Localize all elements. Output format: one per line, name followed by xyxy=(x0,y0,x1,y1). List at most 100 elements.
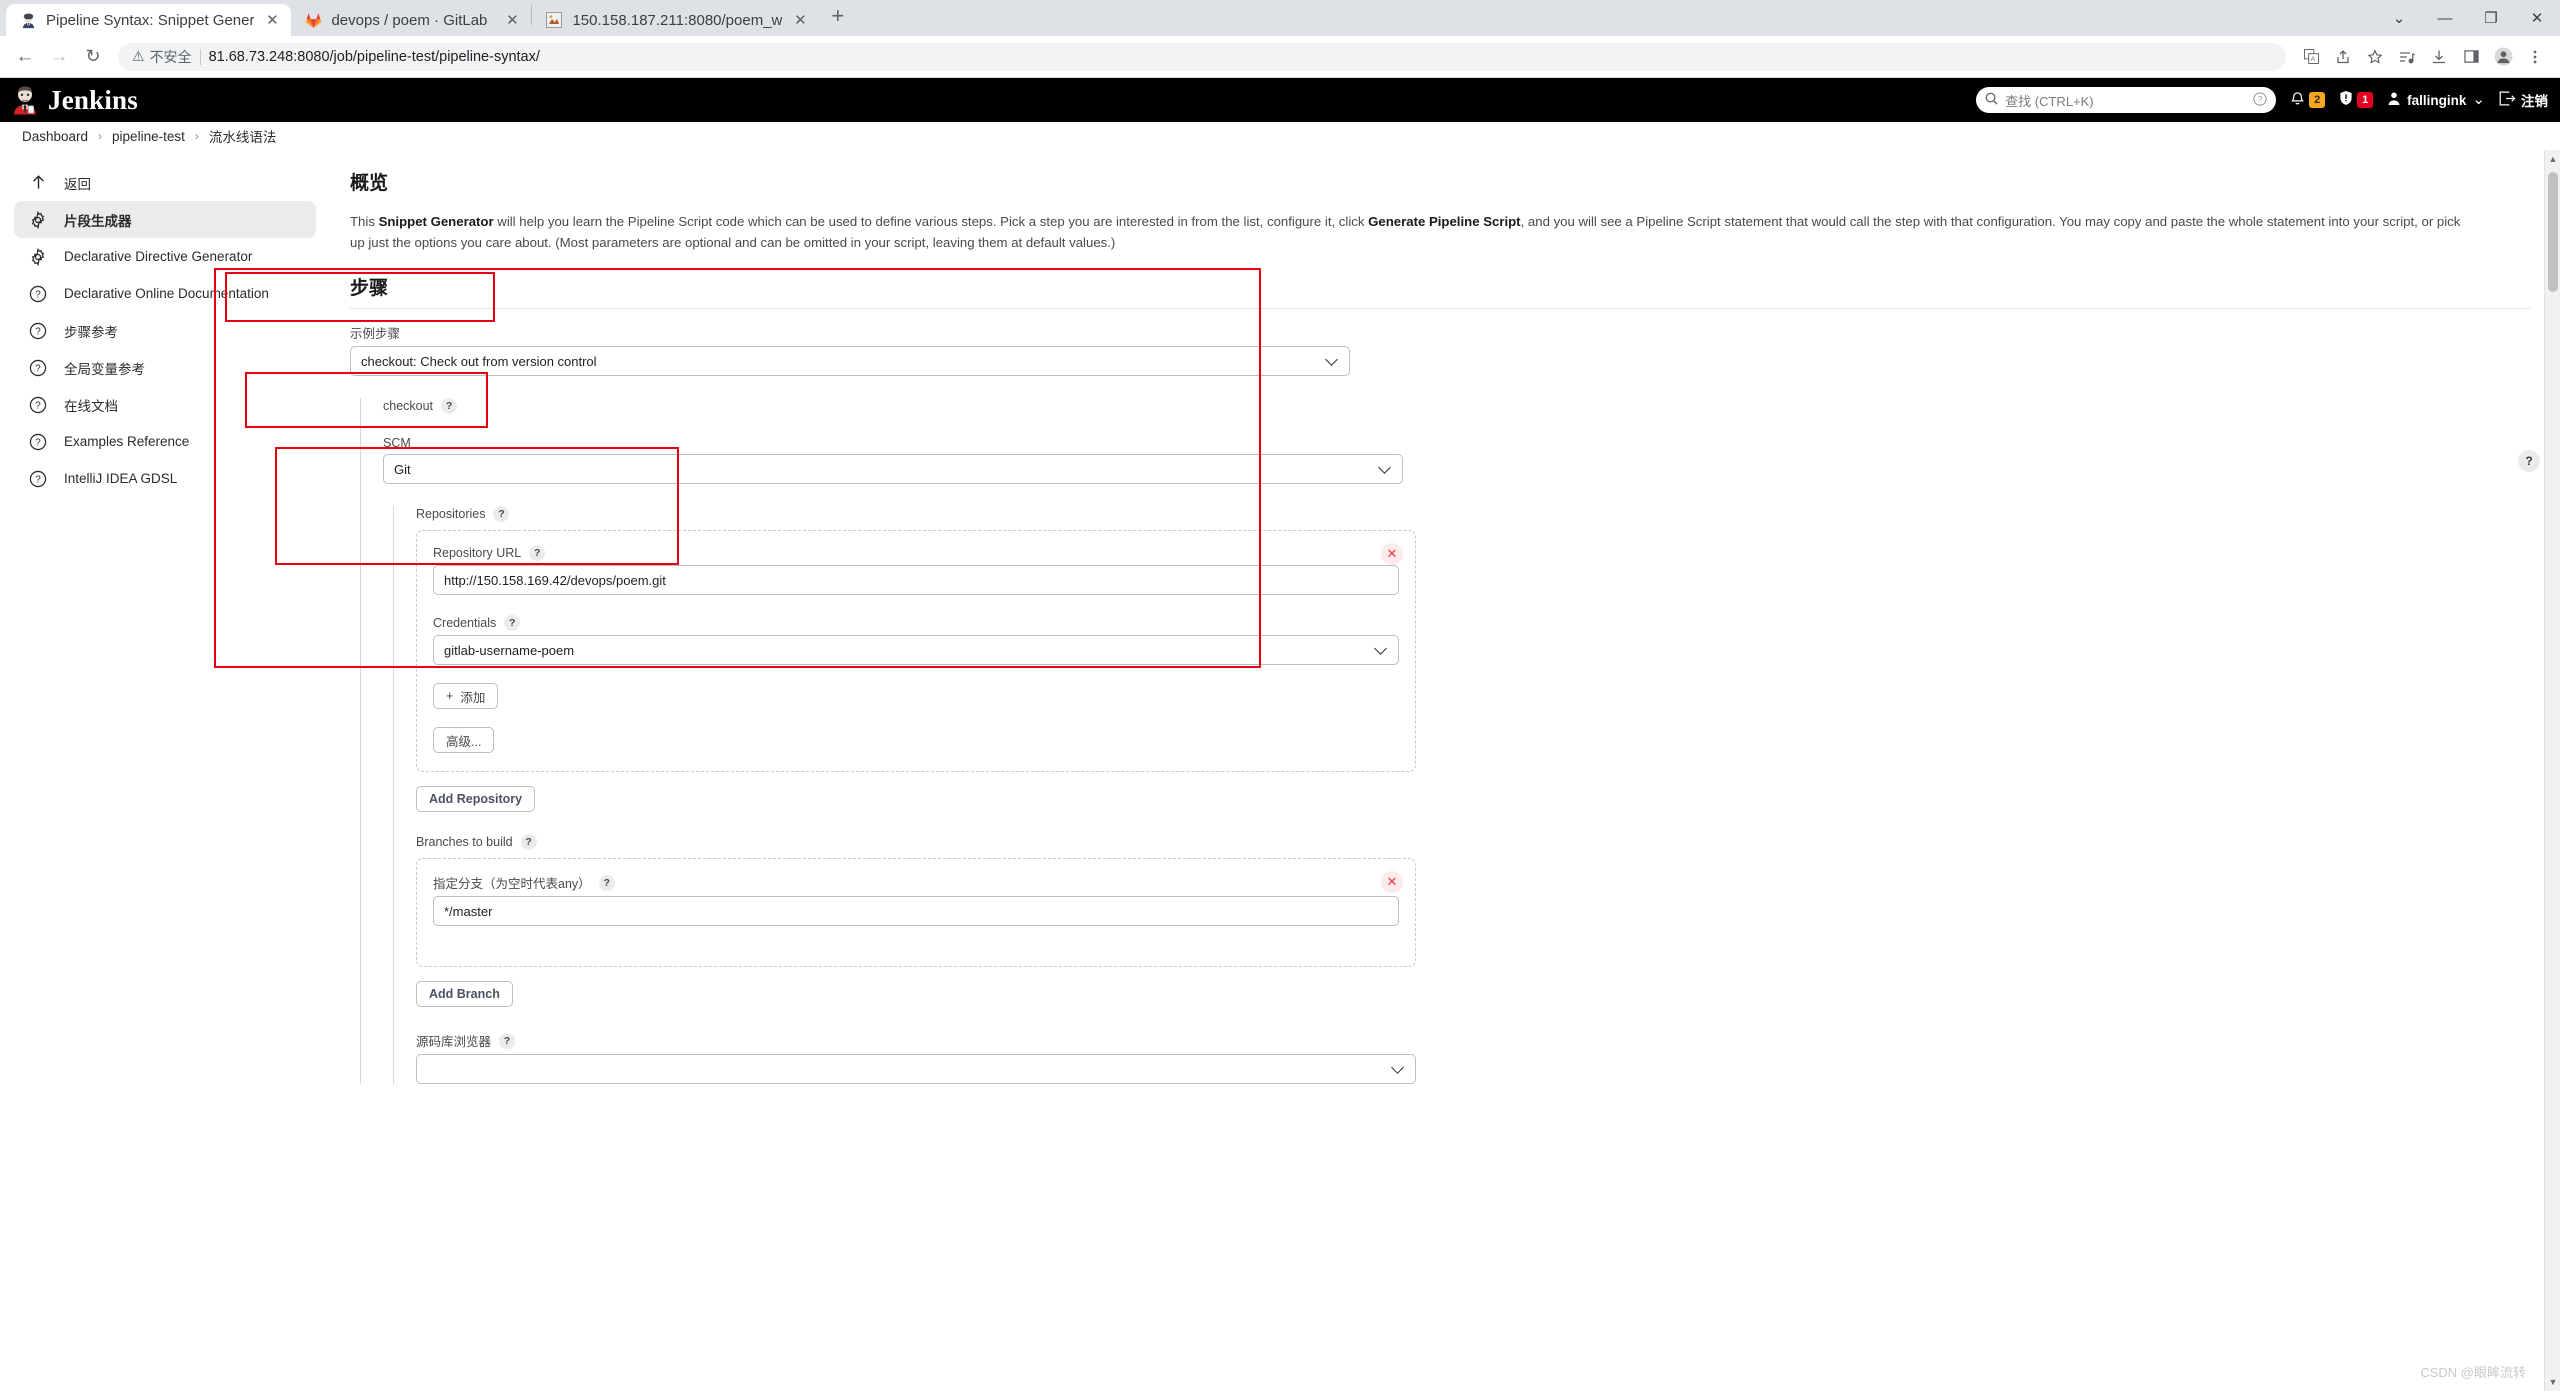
sidebar-item-declarative-directive-generator[interactable]: Declarative Directive Generator xyxy=(14,238,316,275)
add-repository-label: Add Repository xyxy=(429,792,523,807)
breadcrumb-item-pipeline-syntax[interactable]: 流水线语法 xyxy=(209,126,277,146)
add-credentials-button[interactable]: + 添加 xyxy=(433,683,499,710)
breadcrumb-item-dashboard[interactable]: Dashboard xyxy=(22,129,88,144)
sidebar-item-online-documentation[interactable]: ? 在线文档 xyxy=(14,386,316,423)
profile-avatar-icon[interactable] xyxy=(2488,42,2518,72)
help-icon[interactable]: ? xyxy=(529,545,546,562)
logout-label: 注销 xyxy=(2521,94,2548,109)
sidebar-item-back[interactable]: 返回 xyxy=(14,164,316,201)
checkout-label: checkout xyxy=(383,399,434,414)
sidebar-item-examples-reference[interactable]: ? Examples Reference xyxy=(14,423,316,460)
branch-entry: ✕ 指定分支（为空时代表any） ? */master xyxy=(416,858,1416,968)
help-icon[interactable]: ? xyxy=(598,874,615,891)
repository-url-label-row: Repository URL ? xyxy=(433,545,1399,562)
overview-description: This Snippet Generator will help you lea… xyxy=(350,211,2470,253)
delete-repository-button[interactable]: ✕ xyxy=(1381,543,1403,566)
search-input[interactable]: 查找 (CTRL+K) ? xyxy=(1976,87,2277,113)
tab-close-icon[interactable]: ✕ xyxy=(263,11,281,29)
source-browser-select[interactable] xyxy=(416,1054,1416,1085)
jenkins-wordmark: Jenkins xyxy=(48,84,138,115)
minimize-icon[interactable]: — xyxy=(2422,0,2468,36)
page-scrollbar[interactable]: ▲ ▼ xyxy=(2544,150,2560,1391)
browser-tab-1[interactable]: devops / poem · GitLab ✕ xyxy=(291,4,531,36)
add-repository-button[interactable]: Add Repository xyxy=(416,786,536,813)
logout-icon xyxy=(2499,91,2516,109)
security-alerts-button[interactable]: 1 xyxy=(2339,90,2374,111)
share-icon[interactable] xyxy=(2328,42,2358,72)
sidebar-item-label: IntelliJ IDEA GDSL xyxy=(64,471,178,486)
sidebar-item-label: 步骤参考 xyxy=(64,324,118,340)
notifications-button[interactable]: 2 xyxy=(2290,90,2326,111)
translate-icon[interactable]: A xyxy=(2296,42,2326,72)
sidebar-item-label: Declarative Online Documentation xyxy=(64,286,269,301)
delete-branch-button[interactable]: ✕ xyxy=(1381,871,1403,894)
bell-icon xyxy=(2290,90,2305,111)
browser-tab-title: Pipeline Syntax: Snippet Gener xyxy=(46,11,255,29)
not-secure-indicator[interactable]: ⚠ 不安全 xyxy=(132,47,192,67)
back-icon[interactable]: ← xyxy=(10,42,40,72)
notification-count-badge: 2 xyxy=(2309,92,2326,108)
sidebar: 返回 片段生成器 Declarative Directive Generator xyxy=(0,150,330,1391)
user-menu-button[interactable]: fallingink ⌄ xyxy=(2387,91,2485,109)
scroll-down-arrow[interactable]: ▼ xyxy=(2545,1373,2560,1391)
scrollbar-thumb[interactable] xyxy=(2548,172,2558,292)
source-browser-label-row: 源码库浏览器 ? xyxy=(416,1031,2530,1050)
sidebar-item-declarative-online-documentation[interactable]: ? Declarative Online Documentation xyxy=(14,275,316,312)
page-title: 概览 xyxy=(350,173,389,194)
scm-select[interactable]: Git xyxy=(383,454,1403,485)
jenkins-logo[interactable]: Jenkins xyxy=(12,85,138,116)
question-icon: ? xyxy=(28,395,48,415)
page-body: 返回 片段生成器 Declarative Directive Generator xyxy=(0,150,2560,1391)
add-branch-button[interactable]: Add Branch xyxy=(416,981,513,1008)
breadcrumb-item-pipeline-test[interactable]: pipeline-test xyxy=(112,129,185,144)
question-icon: ? xyxy=(28,284,48,304)
bookmark-star-icon[interactable] xyxy=(2360,42,2390,72)
close-icon[interactable]: ✕ xyxy=(2514,0,2560,36)
repository-url-value: http://150.158.169.42/devops/poem.git xyxy=(444,572,666,588)
question-circle-icon[interactable]: ? xyxy=(2253,91,2267,109)
sidebar-item-step-reference[interactable]: ? 步骤参考 xyxy=(14,312,316,349)
sidebar-item-intellij-idea-gdsl[interactable]: ? IntelliJ IDEA GDSL xyxy=(14,460,316,497)
sidebar-item-snippet-generator[interactable]: 片段生成器 xyxy=(14,201,316,238)
new-tab-button[interactable]: + xyxy=(819,3,856,33)
collapse-icon[interactable]: ⌄ xyxy=(2376,0,2422,36)
media-list-icon[interactable] xyxy=(2392,42,2422,72)
page-help-button[interactable]: ? xyxy=(2518,450,2540,472)
sample-step-select[interactable]: checkout: Check out from version control xyxy=(350,346,1350,377)
help-icon[interactable]: ? xyxy=(441,398,458,415)
scm-label: SCM xyxy=(383,436,411,451)
browser-tab-2[interactable]: 150.158.187.211:8080/poem_w ✕ xyxy=(532,4,819,36)
sidebar-panel-icon[interactable] xyxy=(2456,42,2486,72)
steps-title: 步骤 xyxy=(350,278,389,300)
forward-icon[interactable]: → xyxy=(44,42,74,72)
branch-specifier-input[interactable]: */master xyxy=(433,896,1399,927)
repository-url-input[interactable]: http://150.158.169.42/devops/poem.git xyxy=(433,565,1399,596)
tab-close-icon[interactable]: ✕ xyxy=(791,11,809,29)
credentials-select[interactable]: gitlab-username-poem xyxy=(433,635,1399,666)
address-bar[interactable]: ⚠ 不安全 81.68.73.248:8080/job/pipeline-tes… xyxy=(118,42,2286,71)
help-icon[interactable]: ? xyxy=(499,1032,516,1049)
browser-tab-title: 150.158.187.211:8080/poem_w xyxy=(572,11,783,29)
steps-divider xyxy=(350,308,2530,310)
branch-specifier-label-row: 指定分支（为空时代表any） ? xyxy=(433,873,1399,892)
maximize-icon[interactable]: ❐ xyxy=(2468,0,2514,36)
browser-tab-0[interactable]: Pipeline Syntax: Snippet Gener ✕ xyxy=(6,4,292,36)
help-icon[interactable]: ? xyxy=(504,615,521,632)
advanced-button-label: 高级... xyxy=(446,734,482,749)
logout-button[interactable]: 注销 xyxy=(2499,90,2548,110)
browser-titlebar: Pipeline Syntax: Snippet Gener ✕ devops … xyxy=(0,0,2560,36)
tab-close-icon[interactable]: ✕ xyxy=(503,11,521,29)
svg-text:?: ? xyxy=(35,474,41,485)
reload-icon[interactable]: ↻ xyxy=(78,42,108,72)
kebab-menu-icon[interactable] xyxy=(2520,42,2550,72)
advanced-button[interactable]: 高级... xyxy=(433,727,495,754)
sidebar-item-global-variable-reference[interactable]: ? 全局变量参考 xyxy=(14,349,316,386)
sidebar-item-label: Declarative Directive Generator xyxy=(64,249,253,264)
download-icon[interactable] xyxy=(2424,42,2454,72)
breadcrumb: Dashboard › pipeline-test › 流水线语法 xyxy=(0,122,2560,150)
credentials-label-row: Credentials ? xyxy=(433,615,1399,632)
scroll-up-arrow[interactable]: ▲ xyxy=(2545,150,2560,168)
help-icon[interactable]: ? xyxy=(493,506,510,523)
svg-text:?: ? xyxy=(35,400,41,411)
help-icon[interactable]: ? xyxy=(520,834,537,851)
